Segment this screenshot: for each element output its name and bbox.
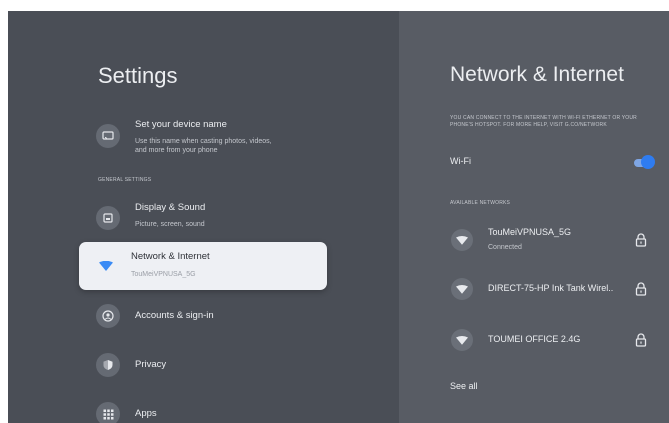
available-networks-label: AVAILABLE NETWORKS bbox=[450, 200, 511, 206]
device-name-subtitle-line2: and more from your phone bbox=[135, 147, 218, 154]
lock-icon bbox=[635, 233, 647, 252]
wifi-label: Wi-Fi bbox=[450, 156, 471, 166]
apps-grid-icon bbox=[96, 402, 120, 423]
device-name-title: Set your device name bbox=[135, 119, 227, 130]
accounts-signin-item[interactable]: Accounts & sign-in bbox=[8, 301, 399, 331]
device-name-subtitle-line1: Use this name when casting photos, video… bbox=[135, 138, 272, 145]
network-info-line1: YOU CAN CONNECT TO THE INTERNET WITH WI-… bbox=[450, 115, 637, 121]
cast-icon bbox=[96, 124, 120, 148]
accounts-signin-title: Accounts & sign-in bbox=[135, 310, 214, 321]
display-sound-title: Display & Sound bbox=[135, 202, 206, 213]
lock-icon bbox=[635, 333, 647, 352]
network-panel: Network & Internet YOU CAN CONNECT TO TH… bbox=[399, 11, 669, 423]
network-internet-item[interactable]: Network & Internet TouMeiVPNUSA_5G bbox=[79, 242, 327, 290]
network-name: DIRECT-75-HP Ink Tank Wirel.. bbox=[488, 283, 614, 293]
network-name: TOUMEI OFFICE 2.4G bbox=[488, 334, 581, 344]
network-item[interactable]: TouMeiVPNUSA_5G Connected bbox=[399, 218, 669, 260]
wifi-toggle-thumb[interactable] bbox=[641, 155, 655, 169]
wifi-signal-icon bbox=[451, 278, 473, 300]
apps-title: Apps bbox=[135, 408, 157, 419]
display-sound-subtitle: Picture, screen, sound bbox=[135, 221, 205, 228]
network-panel-title: Network & Internet bbox=[450, 63, 624, 86]
account-icon bbox=[96, 304, 120, 328]
general-settings-label: GENERAL SETTINGS bbox=[98, 177, 152, 183]
display-icon bbox=[96, 206, 120, 230]
settings-title: Settings bbox=[98, 63, 178, 88]
network-name: TouMeiVPNUSA_5G bbox=[488, 227, 572, 237]
wifi-signal-icon bbox=[451, 229, 473, 251]
device-name-item[interactable]: Set your device name Use this name when … bbox=[8, 111, 399, 171]
tv-settings-screen: Settings Set your device name Use this n… bbox=[8, 11, 669, 423]
privacy-title: Privacy bbox=[135, 359, 167, 370]
wifi-icon bbox=[94, 254, 118, 278]
wifi-signal-icon bbox=[451, 329, 473, 351]
privacy-item[interactable]: Privacy bbox=[8, 350, 399, 380]
wifi-toggle-row[interactable]: Wi-Fi bbox=[399, 147, 669, 175]
lock-icon bbox=[635, 282, 647, 301]
network-item[interactable]: TOUMEI OFFICE 2.4G bbox=[399, 323, 669, 359]
network-item[interactable]: DIRECT-75-HP Ink Tank Wirel.. bbox=[399, 271, 669, 307]
see-all-link[interactable]: See all bbox=[450, 381, 478, 391]
apps-item[interactable]: Apps bbox=[8, 399, 399, 423]
shield-icon bbox=[96, 353, 120, 377]
network-status: Connected bbox=[488, 244, 522, 251]
network-internet-title: Network & Internet bbox=[131, 251, 210, 262]
network-internet-subtitle: TouMeiVPNUSA_5G bbox=[131, 271, 196, 278]
display-sound-item[interactable]: Display & Sound Picture, screen, sound bbox=[8, 197, 399, 241]
network-info-line2: PHONE'S HOTSPOT. FOR MORE HELP, VISIT G.… bbox=[450, 122, 607, 128]
